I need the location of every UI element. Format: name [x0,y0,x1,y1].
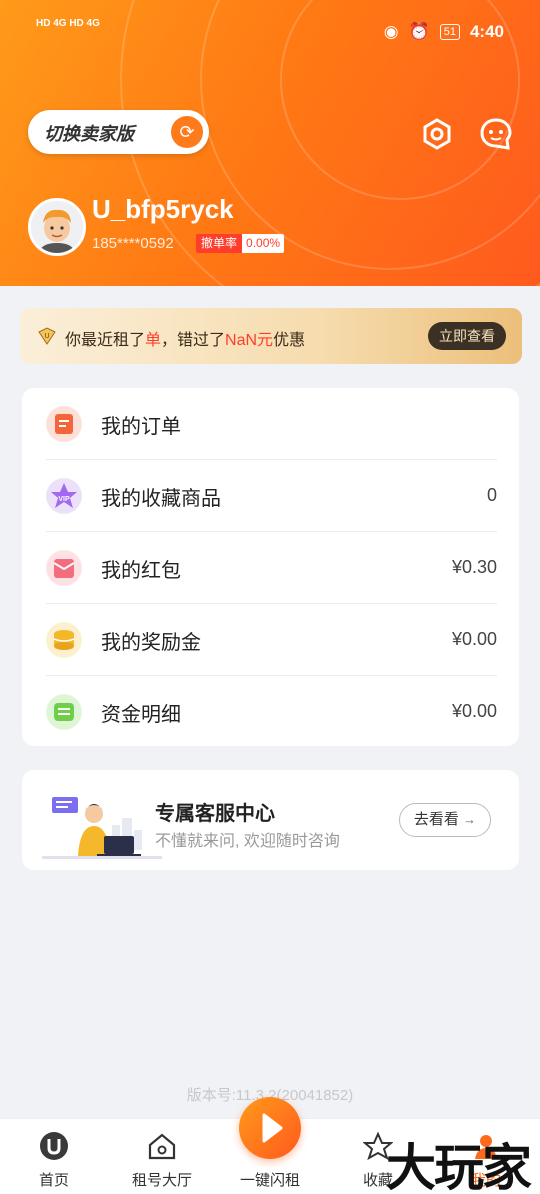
menu-item-funds[interactable]: 资金明细 ¥0.00 [22,676,519,748]
switch-seller-label: 切换卖家版 [44,124,134,144]
menu-item-label: 我的奖励金 [101,632,201,654]
service-title: 专属客服中心 [155,803,275,825]
service-subtitle: 不懂就来问, 欢迎随时咨询 [155,833,340,850]
settings-icon[interactable] [420,117,454,151]
go-see-label: 去看看 [413,811,459,828]
svg-text:U: U [44,333,49,340]
switch-seller-button[interactable]: 切换卖家版 ⟳ [28,110,209,154]
status-bar: HD 4G HD 4G ◉ ⏰ 51 4:40 [0,0,540,64]
phone-number: 185****0592 [92,235,174,252]
promo-banner[interactable]: U 你最近租了单，错过了NaN元优惠 立即查看 [20,308,522,364]
menu-item-label: 我的收藏商品 [101,488,221,510]
house-icon [148,1133,176,1160]
menu-item-value: ¥0.00 [451,701,497,721]
tab-label: 首页 [38,1172,69,1189]
cancel-rate-value: 0.00% [242,234,285,253]
svg-text:VIP: VIP [58,496,70,503]
vip-star-icon: VIP [46,478,82,514]
promo-text: 你最近租了单，错过了NaN元优惠 [65,326,305,350]
cancel-rate-label: 撤单率 [196,234,243,253]
customer-service-illustration [42,797,162,859]
tab-home[interactable]: 首页 [0,1119,108,1194]
watermark-logo: 大玩家 [386,1138,532,1194]
menu-item-favorites[interactable]: VIP 我的收藏商品 0 [22,460,519,532]
quick-rent-fab[interactable] [239,1097,301,1159]
funds-list-icon [46,694,82,730]
cancel-rate-badge: 撤单率 0.00% [196,234,285,253]
alarm-icon: ⏰ [408,22,430,41]
promo-middle: ，错过了 [161,332,226,349]
signal-text: HD 4G HD 4G [36,18,100,29]
battery-indicator: 51 [439,24,460,40]
avatar-image [31,201,83,253]
orders-icon [46,406,82,442]
tab-rent-hall[interactable]: 租号大厅 [108,1119,216,1194]
message-icon[interactable] [479,117,513,151]
customer-service-card[interactable]: 专属客服中心 不懂就来问, 欢迎随时咨询 去看看 → [22,770,519,870]
flash-play-icon [262,1113,283,1143]
vip-badge-icon: U [38,327,56,345]
coin-stack-icon [46,622,82,658]
go-see-button[interactable]: 去看看 → [398,803,491,837]
menu-item-label: 我的订单 [101,416,181,438]
tab-label: 一键闪租 [239,1172,300,1189]
menu-item-value: 0 [486,485,497,505]
eye-icon: ◉ [383,22,399,41]
avatar[interactable] [28,198,86,256]
refresh-icon: ⟳ [171,116,203,148]
promo-suffix: 优惠 [273,332,306,349]
menu-item-label: 我的红包 [101,560,181,582]
clock: 4:40 [469,22,504,41]
arrow-right-icon: → [463,812,476,827]
promo-prefix: 你最近租了 [65,332,146,349]
menu-item-red-packet[interactable]: 我的红包 ¥0.30 [22,532,519,604]
menu-item-label: 资金明细 [101,704,181,726]
menu-item-value: ¥0.00 [451,629,497,649]
signal-indicators: HD 4G HD 4G [36,18,100,30]
menu-item-reward[interactable]: 我的奖励金 ¥0.00 [22,604,519,676]
promo-highlight-amount: NaN元 [225,332,274,349]
promo-highlight-orders: 单 [145,332,162,349]
menu-item-value: ¥0.30 [451,557,497,577]
username: U_bfp5ryck [92,194,234,224]
menu-card: 我的订单 VIP 我的收藏商品 0 我的红包 ¥0.30 我的奖励金 ¥0.00… [22,388,519,746]
menu-item-orders[interactable]: 我的订单 [22,388,519,460]
home-logo-icon [40,1132,68,1160]
tab-label: 租号大厅 [131,1172,192,1189]
view-now-button[interactable]: 立即查看 [428,322,506,350]
red-packet-icon [46,550,82,586]
